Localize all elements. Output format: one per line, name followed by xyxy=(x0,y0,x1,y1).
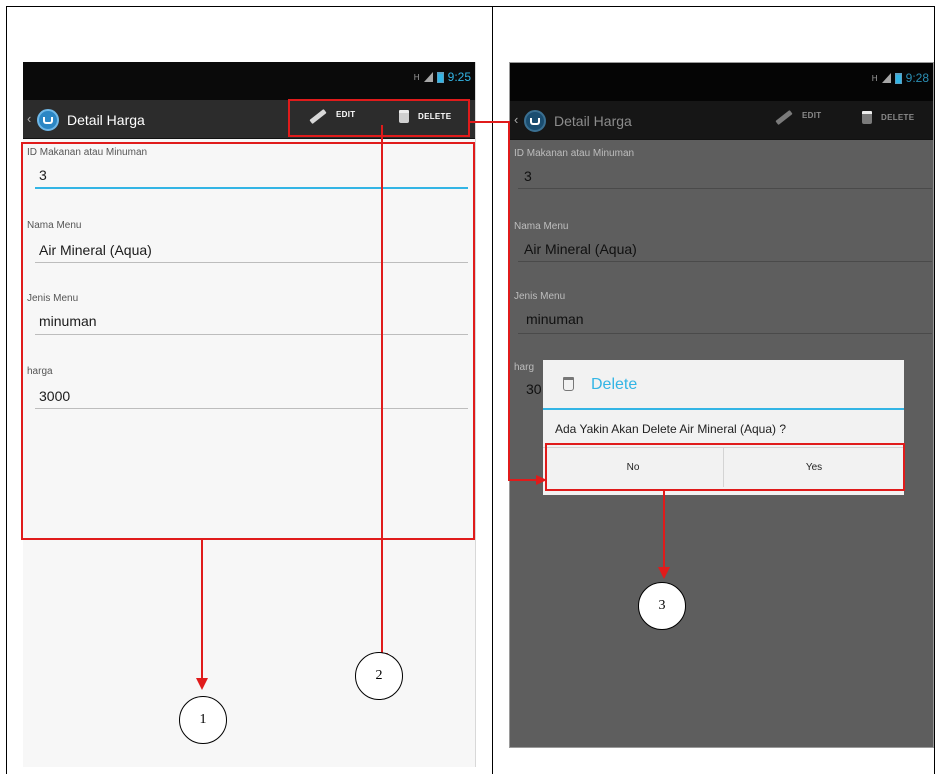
status-clock: 9:25 xyxy=(447,70,471,84)
jenis-menu-input[interactable]: minuman xyxy=(526,311,584,327)
dialog-title: Delete xyxy=(591,376,638,393)
back-chevron-icon[interactable]: ‹ xyxy=(27,111,31,126)
annotation-arrow-3 xyxy=(658,567,670,579)
harga-input[interactable]: 30 xyxy=(526,381,542,397)
annotation-arrow-1 xyxy=(196,678,208,690)
phone-screen-delete-dialog: H 9:28 ‹ Detail Harga EDIT DELETE ID Mak… xyxy=(509,62,934,748)
nama-menu-underline xyxy=(518,261,932,262)
callout-2: 2 xyxy=(355,652,403,700)
table-border-top xyxy=(6,6,935,7)
signal-icon xyxy=(881,73,891,83)
field-label-nama-menu: Nama Menu xyxy=(514,221,569,232)
annotation-box-actions xyxy=(288,99,470,137)
app-logo-icon[interactable] xyxy=(524,110,546,132)
id-input-underline xyxy=(518,188,932,189)
jenis-menu-underline xyxy=(518,333,932,334)
annotation-connector-h2 xyxy=(508,479,538,481)
battery-icon xyxy=(894,72,902,84)
app-logo-icon[interactable] xyxy=(37,109,59,131)
annotation-connector-h xyxy=(470,121,510,123)
callout-3: 3 xyxy=(638,582,686,630)
annotation-box-form xyxy=(21,142,475,540)
annotation-line-2 xyxy=(381,125,383,655)
dialog-message: Ada Yakin Akan Delete Air Mineral (Aqua)… xyxy=(555,422,787,436)
dialog-header: Delete xyxy=(543,360,904,410)
page-title: Detail Harga xyxy=(554,113,632,129)
action-bar: ‹ Detail Harga EDIT DELETE xyxy=(510,101,933,140)
status-clock: 9:28 xyxy=(905,71,929,85)
signal-icon xyxy=(423,72,433,82)
network-type-label: H xyxy=(413,72,420,82)
table-border-right xyxy=(934,6,935,774)
delete-button[interactable]: DELETE xyxy=(862,111,914,124)
annotation-connector-v xyxy=(508,121,510,481)
trash-icon xyxy=(563,377,574,391)
annotation-arrow-connector xyxy=(536,475,547,485)
annotation-line-1 xyxy=(201,540,203,680)
pencil-icon xyxy=(775,109,793,126)
network-type-label: H xyxy=(871,73,878,83)
status-bar: H 9:28 xyxy=(510,63,933,101)
field-label-jenis-menu: Jenis Menu xyxy=(514,291,566,302)
trash-icon xyxy=(862,111,872,124)
back-chevron-icon[interactable]: ‹ xyxy=(514,112,518,127)
status-bar: H 9:25 xyxy=(23,62,475,100)
id-input[interactable]: 3 xyxy=(524,168,532,184)
delete-button-label: DELETE xyxy=(881,113,915,122)
callout-1: 1 xyxy=(179,696,227,744)
nama-menu-input[interactable]: Air Mineral (Aqua) xyxy=(524,241,637,257)
annotation-box-dialog-buttons xyxy=(545,443,905,491)
page-title: Detail Harga xyxy=(67,112,145,128)
battery-icon xyxy=(436,71,444,83)
edit-button-label: EDIT xyxy=(802,111,822,120)
field-label-harga: harg xyxy=(514,362,535,373)
field-label-id: ID Makanan atau Minuman xyxy=(514,148,635,159)
edit-button[interactable]: EDIT xyxy=(775,109,822,126)
table-border-left xyxy=(6,6,7,774)
annotation-line-3 xyxy=(663,491,665,569)
